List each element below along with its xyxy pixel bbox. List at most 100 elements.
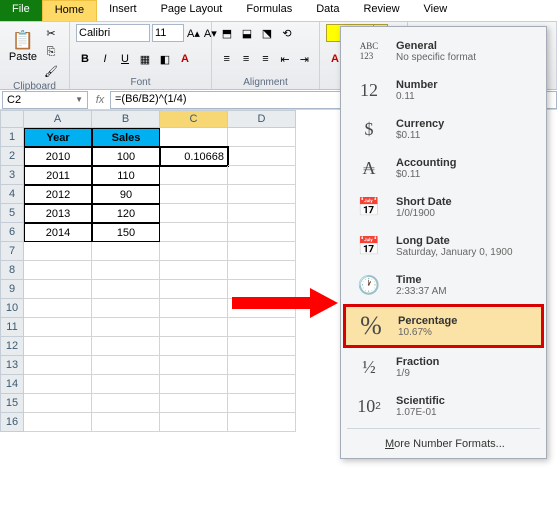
cell-C9[interactable] (160, 280, 228, 299)
font-name-combo[interactable] (76, 24, 150, 42)
align-middle-button[interactable]: ⬓ (238, 24, 256, 42)
row-header-16[interactable]: 16 (0, 413, 24, 432)
cell-C1[interactable] (160, 128, 228, 147)
cell-D3[interactable] (228, 166, 296, 185)
row-header-8[interactable]: 8 (0, 261, 24, 280)
border-button[interactable]: ▦ (136, 50, 154, 68)
align-bottom-button[interactable]: ⬔ (258, 24, 276, 42)
cell-B9[interactable] (92, 280, 160, 299)
row-header-10[interactable]: 10 (0, 299, 24, 318)
row-header-6[interactable]: 6 (0, 223, 24, 242)
cell-A1[interactable]: Year (24, 128, 92, 147)
row-header-13[interactable]: 13 (0, 356, 24, 375)
row-header-14[interactable]: 14 (0, 375, 24, 394)
cell-D5[interactable] (228, 204, 296, 223)
increase-indent-button[interactable]: ⇥ (296, 50, 313, 68)
cell-B8[interactable] (92, 261, 160, 280)
cell-C15[interactable] (160, 394, 228, 413)
tab-view[interactable]: View (412, 0, 460, 21)
cell-B3[interactable]: 110 (92, 166, 160, 185)
format-option-accounting[interactable]: ₳Accounting$0.11 (344, 149, 543, 187)
row-header-12[interactable]: 12 (0, 337, 24, 356)
tab-file[interactable]: File (0, 0, 42, 21)
cell-D14[interactable] (228, 375, 296, 394)
cell-A2[interactable]: 2010 (24, 147, 92, 166)
cell-A10[interactable] (24, 299, 92, 318)
cell-A14[interactable] (24, 375, 92, 394)
format-option-number[interactable]: 12Number0.11 (344, 71, 543, 109)
cell-C16[interactable] (160, 413, 228, 432)
cell-C2[interactable]: 0.10668 (160, 147, 228, 166)
column-header-D[interactable]: D (228, 110, 296, 128)
cell-D7[interactable] (228, 242, 296, 261)
cell-C6[interactable] (160, 223, 228, 242)
cell-B13[interactable] (92, 356, 160, 375)
tab-insert[interactable]: Insert (97, 0, 149, 21)
cell-A11[interactable] (24, 318, 92, 337)
fx-icon[interactable]: fx (90, 94, 110, 106)
tab-data[interactable]: Data (304, 0, 351, 21)
cell-D11[interactable] (228, 318, 296, 337)
align-left-button[interactable]: ≡ (218, 50, 235, 68)
cell-B16[interactable] (92, 413, 160, 432)
row-header-11[interactable]: 11 (0, 318, 24, 337)
column-header-C[interactable]: C (160, 110, 228, 128)
row-header-1[interactable]: 1 (0, 128, 24, 147)
cell-C4[interactable] (160, 185, 228, 204)
cell-C11[interactable] (160, 318, 228, 337)
cell-A7[interactable] (24, 242, 92, 261)
decrease-indent-button[interactable]: ⇤ (276, 50, 293, 68)
format-option-short-date[interactable]: 📅Short Date1/0/1900 (344, 188, 543, 226)
cell-D12[interactable] (228, 337, 296, 356)
cell-A15[interactable] (24, 394, 92, 413)
cell-B6[interactable]: 150 (92, 223, 160, 242)
cell-D16[interactable] (228, 413, 296, 432)
format-painter-button[interactable]: 🖌 (42, 62, 60, 80)
cell-D13[interactable] (228, 356, 296, 375)
row-header-9[interactable]: 9 (0, 280, 24, 299)
row-header-5[interactable]: 5 (0, 204, 24, 223)
cell-A5[interactable]: 2013 (24, 204, 92, 223)
tab-page-layout[interactable]: Page Layout (149, 0, 235, 21)
format-option-general[interactable]: ABC123GeneralNo specific format (344, 32, 543, 70)
cell-B10[interactable] (92, 299, 160, 318)
cell-B7[interactable] (92, 242, 160, 261)
cell-D15[interactable] (228, 394, 296, 413)
cell-C5[interactable] (160, 204, 228, 223)
cell-A3[interactable]: 2011 (24, 166, 92, 185)
cell-A16[interactable] (24, 413, 92, 432)
align-center-button[interactable]: ≡ (237, 50, 254, 68)
name-box[interactable]: C2 ▼ (2, 91, 88, 109)
font-size-combo[interactable] (152, 24, 184, 42)
row-header-7[interactable]: 7 (0, 242, 24, 261)
format-option-currency[interactable]: $Currency$0.11 (344, 110, 543, 148)
cell-B11[interactable] (92, 318, 160, 337)
cell-C7[interactable] (160, 242, 228, 261)
format-option-percentage[interactable]: %Percentage10.67% (344, 305, 543, 347)
cell-B12[interactable] (92, 337, 160, 356)
cell-B2[interactable]: 100 (92, 147, 160, 166)
format-option-fraction[interactable]: ½Fraction1/9 (344, 348, 543, 386)
more-number-formats[interactable]: More Number Formats... (341, 432, 546, 454)
row-header-4[interactable]: 4 (0, 185, 24, 204)
row-header-2[interactable]: 2 (0, 147, 24, 166)
cell-B1[interactable]: Sales (92, 128, 160, 147)
tab-formulas[interactable]: Formulas (234, 0, 304, 21)
cell-B14[interactable] (92, 375, 160, 394)
cell-C8[interactable] (160, 261, 228, 280)
cell-D6[interactable] (228, 223, 296, 242)
cell-C13[interactable] (160, 356, 228, 375)
cell-A13[interactable] (24, 356, 92, 375)
tab-home[interactable]: Home (42, 0, 97, 21)
format-option-long-date[interactable]: 📅Long DateSaturday, January 0, 1900 (344, 227, 543, 265)
paste-button[interactable]: 📋 Paste (6, 24, 40, 68)
cell-C14[interactable] (160, 375, 228, 394)
column-header-A[interactable]: A (24, 110, 92, 128)
cell-A12[interactable] (24, 337, 92, 356)
align-right-button[interactable]: ≡ (257, 50, 274, 68)
cell-A4[interactable]: 2012 (24, 185, 92, 204)
tab-review[interactable]: Review (351, 0, 411, 21)
cell-C12[interactable] (160, 337, 228, 356)
underline-button[interactable]: U (116, 50, 134, 68)
align-top-button[interactable]: ⬒ (218, 24, 236, 42)
